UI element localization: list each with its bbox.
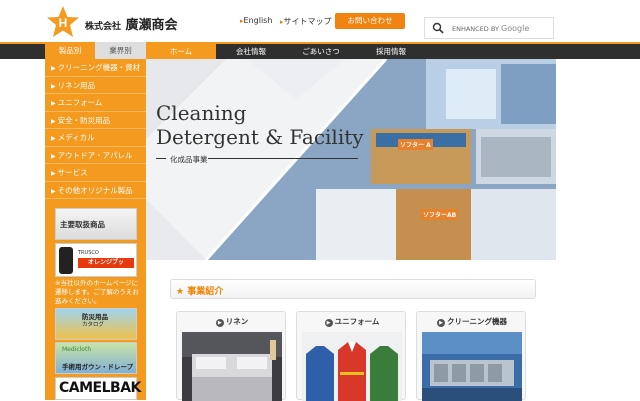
- card-label: クリーニング機器: [447, 317, 507, 326]
- svg-text:H: H: [59, 16, 68, 30]
- tab-by-industry[interactable]: 業界別: [95, 42, 146, 59]
- sidebar-item-cleaning[interactable]: ▶ クリーニング機器・資材: [45, 59, 146, 77]
- disaster-sub-label: カタログ: [82, 322, 105, 328]
- nav-recruit[interactable]: 採用情報: [356, 44, 426, 59]
- sidebar-item-original[interactable]: ▶ その他オリジナル製品: [45, 182, 146, 199]
- detergent-box-label: ソフターAB: [421, 209, 459, 220]
- sidebar-item-service[interactable]: ▶ サービス: [45, 164, 146, 182]
- nav-company[interactable]: 会社情報: [216, 44, 286, 59]
- card-cleaning-machine[interactable]: ▶ クリーニング機器: [416, 311, 527, 401]
- tab-by-product[interactable]: 製品別: [45, 42, 95, 59]
- card-title: ▶ ユニフォーム: [297, 316, 407, 327]
- company-name[interactable]: 株式会社 廣瀬商会: [85, 14, 178, 33]
- chevron-right-icon: ▶: [51, 135, 56, 142]
- medicloth-label: 手術用ガウン・ドレープ: [62, 363, 134, 371]
- sidebar-item-label: リネン用品: [57, 80, 96, 90]
- google-label: Google: [501, 24, 530, 33]
- sidebar-item-label: アウトドア・アパレル: [57, 150, 133, 160]
- chevron-right-icon: ▶: [51, 82, 56, 90]
- trusco-label: TRUSCO: [78, 250, 99, 256]
- hero-banner[interactable]: ソフター A ソフターAB Cleaning Detergent & Facil…: [146, 59, 556, 260]
- card-linen[interactable]: ▶ リネン: [176, 311, 287, 401]
- main-products-label: 主要取扱商品: [60, 220, 105, 229]
- card-title: ▶ クリーニング機器: [417, 316, 527, 327]
- disaster-catalog-banner[interactable]: 防災用品 カタログ: [55, 308, 137, 340]
- hero-dash: [156, 158, 166, 159]
- sidebar-item-label: クリーニング機器・資材: [57, 63, 141, 72]
- english-link-label: English: [243, 16, 273, 25]
- nav-home[interactable]: ホーム: [146, 44, 216, 59]
- card-label: リネン: [225, 317, 249, 326]
- search-placeholder-prefix: ENHANCED BY: [452, 25, 499, 33]
- detergent-box-label: ソフター A: [398, 139, 433, 150]
- chevron-right-icon: ▶: [51, 170, 56, 177]
- search-input[interactable]: ENHANCED BY Google: [424, 17, 554, 39]
- search-icon[interactable]: [432, 22, 444, 34]
- sidebar-item-label: サービス: [57, 168, 88, 177]
- company-name-text: 廣瀬商会: [125, 18, 178, 33]
- sidebar-item-label: その他オリジナル製品: [57, 185, 133, 195]
- camelbak-label: CAMELBAK: [59, 380, 141, 396]
- nav-greeting[interactable]: ごあいさつ: [286, 44, 356, 59]
- sidebar-item-label: ユニフォーム: [57, 98, 103, 107]
- company-prefix: 株式会社: [85, 22, 122, 32]
- sidebar-item-outdoor[interactable]: ▶ アウトドア・アパレル: [45, 147, 146, 164]
- hero-title-line1: Cleaning: [156, 101, 247, 125]
- site-header: H 株式会社 廣瀬商会 ▸English ▸サイトマップ お問い合わせ ENHA…: [0, 0, 640, 42]
- sidebar-item-label: 安全・防災用品: [57, 115, 111, 125]
- search-placeholder: ENHANCED BY Google: [452, 24, 529, 33]
- orange-book-banner[interactable]: TRUSCO オレンジブック.com: [55, 243, 137, 277]
- chevron-right-icon: ▶: [51, 152, 56, 160]
- chevron-right-icon: ▶: [215, 319, 224, 327]
- linen-photo: [182, 332, 282, 401]
- card-title: ▶ リネン: [177, 316, 287, 327]
- hero-subtitle: 化成品事業: [170, 155, 208, 164]
- section-title: ★ 事業紹介: [176, 287, 224, 297]
- chevron-right-icon: ▶: [51, 117, 56, 125]
- hero-divider: [208, 158, 358, 159]
- sitemap-link-label: サイトマップ: [283, 17, 332, 26]
- hero-title-line2: Detergent & Facility: [156, 125, 364, 149]
- cleaning-machine-photo: [422, 332, 522, 401]
- backpack-icon: [59, 247, 73, 274]
- sitemap-link[interactable]: ▸サイトマップ: [280, 16, 332, 27]
- sidebar-item-medical[interactable]: ▶ メディカル: [45, 129, 146, 147]
- business-section-header: ★ 事業紹介: [170, 279, 536, 299]
- sidebar-item-linen[interactable]: ▶ リネン用品: [45, 77, 146, 94]
- camelbak-banner[interactable]: CAMELBAK: [55, 377, 141, 400]
- sidebar-item-uniform[interactable]: ▶ ユニフォーム: [45, 94, 146, 112]
- contact-button[interactable]: お問い合わせ: [335, 13, 405, 29]
- chevron-right-icon: ▶: [51, 100, 56, 107]
- english-link[interactable]: ▸English: [240, 16, 272, 25]
- card-label: ユニフォーム: [334, 317, 380, 326]
- chevron-right-icon: ▶: [437, 319, 445, 327]
- medicloth-brand: Medicloth: [62, 346, 92, 353]
- company-logo-icon[interactable]: H: [45, 5, 81, 39]
- external-link-note: ※当社以外のホームページに遷移します。ご了解のうえお進みください。: [55, 279, 139, 305]
- sidebar-item-safety[interactable]: ▶ 安全・防災用品: [45, 112, 146, 129]
- medicloth-banner[interactable]: Medicloth 手術用ガウン・ドレープ: [55, 342, 137, 374]
- uniform-photo: [302, 332, 402, 401]
- card-uniform[interactable]: ▶ ユニフォーム: [296, 311, 407, 401]
- main-products-banner[interactable]: 主要取扱商品: [55, 208, 137, 240]
- chevron-right-icon: ▶: [324, 319, 333, 327]
- chevron-right-icon: ▶: [51, 65, 56, 72]
- orange-book-label: オレンジブック.com: [78, 258, 134, 276]
- chevron-right-icon: ▶: [51, 187, 56, 195]
- sidebar-item-label: メディカル: [57, 133, 95, 142]
